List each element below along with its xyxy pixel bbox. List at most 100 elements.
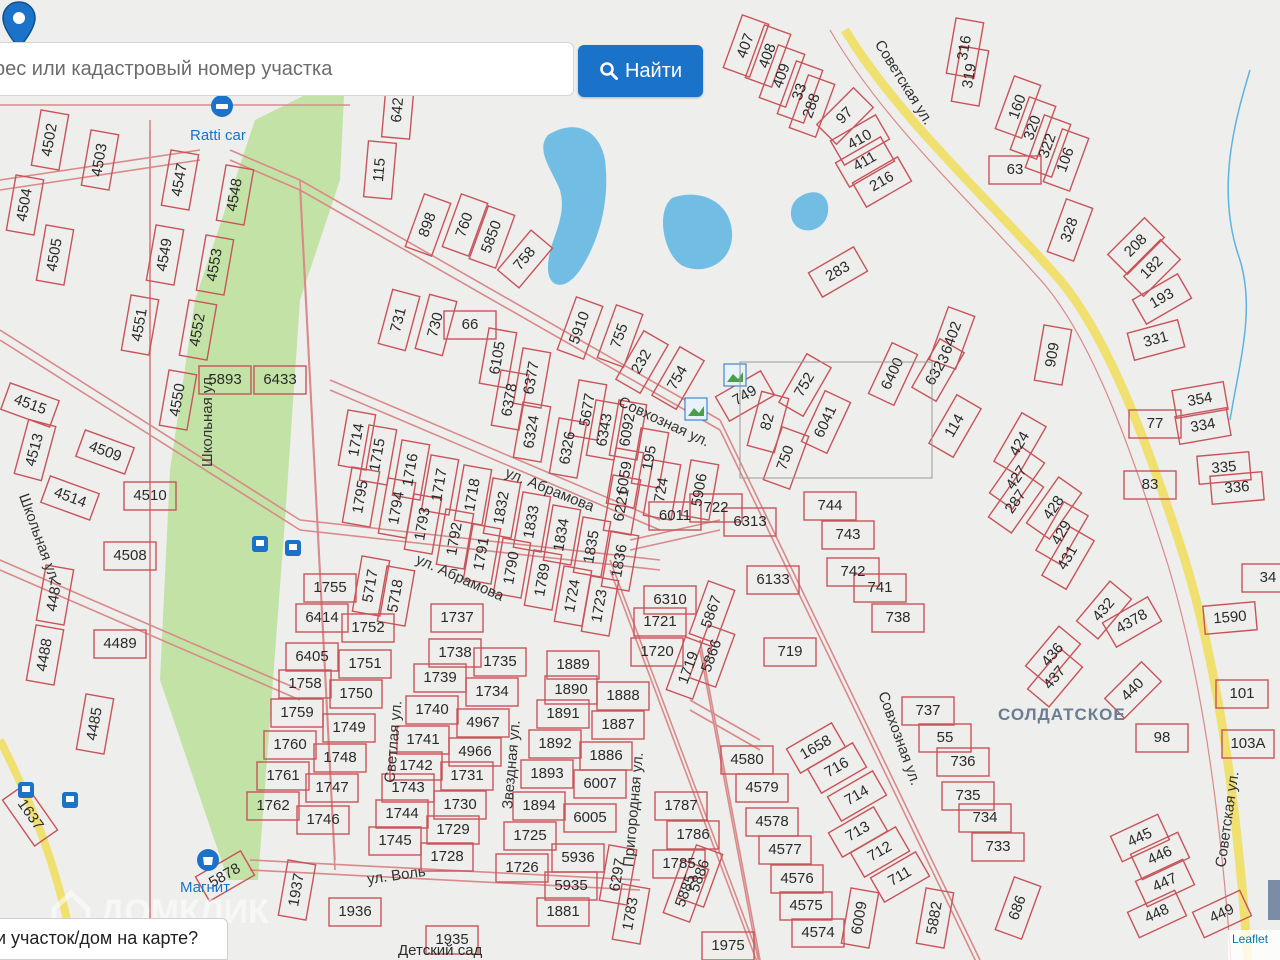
plot-number-label[interactable]: 4577 (768, 841, 801, 858)
plot-number-label[interactable]: 1751 (348, 655, 381, 672)
photo-icon[interactable] (684, 397, 708, 421)
plot-number-label[interactable]: 195 (639, 444, 660, 472)
plot-number-label[interactable]: 6324 (520, 414, 543, 450)
plot-number-label[interactable]: 1740 (415, 701, 448, 718)
plot-number-label[interactable]: 1783 (619, 896, 642, 932)
plot-number-label[interactable]: 724 (651, 476, 672, 504)
plot-number-label[interactable]: 4504 (13, 187, 36, 223)
plot-number-label[interactable]: 1760 (273, 736, 306, 753)
search-input[interactable] (0, 43, 573, 95)
plot-number-label[interactable]: 1888 (606, 687, 639, 704)
bus-stop-icon[interactable] (252, 536, 268, 552)
plot-number-label[interactable]: 743 (835, 526, 860, 543)
plot-number-label[interactable]: 1716 (399, 452, 422, 488)
plot-number-label[interactable]: 4576 (780, 870, 813, 887)
plot-number-label[interactable]: 1890 (554, 681, 587, 698)
plot-number-label[interactable]: 741 (867, 579, 892, 596)
plot-number-label[interactable]: 1761 (266, 767, 299, 784)
plot-number-label[interactable]: 1832 (490, 490, 513, 526)
plot-number-label[interactable]: 1937 (285, 872, 308, 908)
plot-number-label[interactable]: 737 (915, 702, 940, 719)
plot-number-label[interactable]: 734 (972, 809, 997, 826)
plot-number-label[interactable]: 1720 (640, 643, 673, 660)
plot-number-label[interactable]: 1833 (520, 504, 543, 540)
plot-number-label[interactable]: 755 (607, 321, 632, 350)
plot-number-label[interactable]: 1723 (588, 588, 611, 624)
plot-number-label[interactable]: 103A (1230, 735, 1265, 752)
plot-number-label[interactable]: 1749 (332, 719, 365, 736)
car-rental-icon[interactable] (211, 95, 233, 117)
plot-number-label[interactable]: 6009 (848, 900, 871, 936)
plot-number-label[interactable]: 6323 (922, 351, 953, 388)
plot-number-label[interactable]: 5882 (923, 900, 946, 936)
plot-number-label[interactable]: 1889 (556, 656, 589, 673)
plot-number-label[interactable]: 719 (777, 643, 802, 660)
plot-number-label[interactable]: 1759 (280, 704, 313, 721)
plot-number-label[interactable]: 334 (1189, 415, 1217, 436)
plot-number-label[interactable]: 6343 (593, 412, 616, 448)
plot-number-label[interactable]: 1718 (461, 477, 484, 513)
plot-number-label[interactable]: 6405 (295, 648, 328, 665)
plot-number-label[interactable]: 354 (1186, 389, 1214, 410)
plot-number-label[interactable]: 1739 (423, 669, 456, 686)
plot-number-label[interactable]: 6377 (520, 360, 543, 396)
plot-number-label[interactable]: 1891 (546, 705, 579, 722)
plot-number-label[interactable]: 1731 (450, 767, 483, 784)
plot-number-label[interactable]: 4579 (745, 779, 778, 796)
plot-number-label[interactable]: 1894 (522, 797, 555, 814)
plot-number-label[interactable]: 1886 (589, 747, 622, 764)
plot-number-label[interactable]: 445 (1125, 825, 1155, 851)
plot-number-label[interactable]: 1795 (349, 479, 372, 515)
map-attribution[interactable]: Leaflet (1228, 930, 1280, 960)
plot-number-label[interactable]: 1755 (313, 579, 346, 596)
plot-number-label[interactable]: 322 (1035, 131, 1060, 160)
search-bar[interactable] (0, 42, 574, 96)
plot-number-label[interactable]: 1747 (315, 779, 348, 796)
plot-number-label[interactable]: 1787 (664, 797, 697, 814)
shop-icon[interactable] (197, 849, 219, 871)
plot-number-label[interactable]: 1715 (366, 437, 389, 473)
plot-number-label[interactable]: 5936 (561, 849, 594, 866)
plot-number-label[interactable]: 97 (833, 104, 857, 128)
plot-number-label[interactable]: 1791 (470, 536, 493, 572)
plot-number-label[interactable]: 909 (1042, 341, 1063, 369)
plot-number-label[interactable]: 1750 (339, 685, 372, 702)
plot-number-label[interactable]: 4489 (103, 635, 136, 652)
plot-number-label[interactable]: 1741 (406, 731, 439, 748)
plot-number-label[interactable]: 1730 (443, 796, 476, 813)
plot-number-label[interactable]: 34 (1260, 569, 1277, 586)
plot-number-label[interactable]: 1892 (538, 735, 571, 752)
plot-number-label[interactable]: 1975 (711, 937, 744, 954)
plot-number-label[interactable]: 1658 (797, 732, 834, 763)
plot-number-label[interactable]: 1793 (411, 506, 434, 542)
plot-number-label[interactable]: 6326 (556, 430, 579, 466)
plot-number-label[interactable]: 1590 (1213, 608, 1248, 628)
map-control-edge[interactable] (1268, 880, 1280, 920)
plot-number-label[interactable]: 6433 (263, 371, 296, 388)
plot-number-label[interactable]: 1745 (378, 832, 411, 849)
plot-number-label[interactable]: 98 (1154, 729, 1171, 746)
plot-number-label[interactable]: 77 (1147, 415, 1164, 432)
plot-number-label[interactable]: 1725 (513, 827, 546, 844)
plot-number-label[interactable]: 160 (1005, 92, 1030, 121)
plot-number-label[interactable]: 642 (388, 97, 407, 123)
plot-number-label[interactable]: 1789 (531, 562, 554, 598)
plot-number-label[interactable]: 686 (1005, 893, 1030, 922)
plot-number-label[interactable]: 4547 (168, 162, 191, 198)
cadastral-map[interactable]: 4502 4503 4504 4505 4547 4548 4549 4553 4551 4552… (0, 0, 1280, 960)
plot-number-label[interactable]: 733 (985, 838, 1010, 855)
plot-number-label[interactable]: 1786 (676, 826, 709, 843)
plot-number-label[interactable]: 336 (1224, 478, 1250, 497)
place-label-magnit[interactable]: Магнит (180, 879, 230, 896)
plot-number-label[interactable]: 1734 (475, 683, 508, 700)
plot-number-label[interactable]: 731 (387, 306, 410, 335)
plot-number-label[interactable]: 4510 (133, 487, 166, 504)
plot-number-label[interactable]: 1746 (306, 811, 339, 828)
plot-number-label[interactable]: 4967 (466, 714, 499, 731)
bus-stop-icon[interactable] (62, 792, 78, 808)
plot-number-label[interactable]: 1835 (580, 529, 603, 565)
plot-number-label[interactable]: 63 (1007, 161, 1024, 178)
plot-number-label[interactable]: 1721 (643, 613, 676, 630)
plot-number-label[interactable]: 4508 (113, 547, 146, 564)
plot-number-label[interactable]: 1744 (385, 805, 418, 822)
